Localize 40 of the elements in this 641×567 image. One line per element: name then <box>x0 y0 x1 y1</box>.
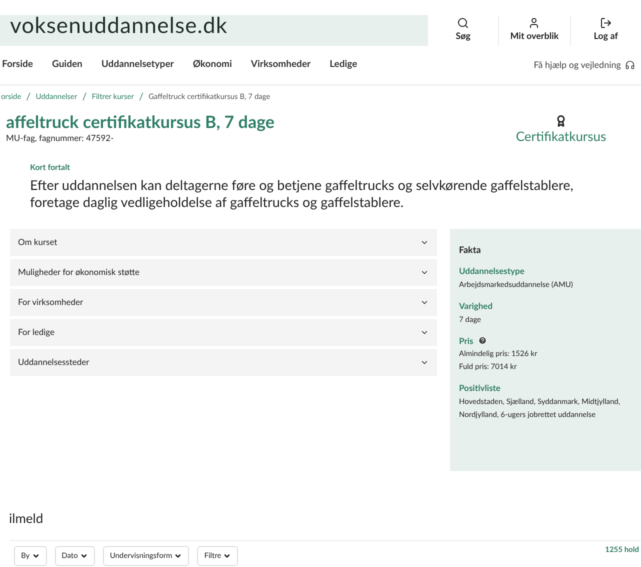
breadcrumb-separator: / <box>138 90 144 104</box>
chevron-icon <box>32 552 40 560</box>
header-action[interactable]: Mit overblik <box>498 15 570 46</box>
accordion-header[interactable]: Om kurset <box>10 228 437 256</box>
breadcrumb-separator: / <box>82 90 87 104</box>
accordion-header[interactable]: Uddannelsessteder <box>10 348 437 376</box>
breadcrumb-separator: / <box>26 90 31 104</box>
summary-text: Efter uddannelsen kan deltagerne føre og betjene gaffeltrucks og selvkørende gaffelstablere, foretage daglig vedligeholdelse af gaffeltrucks og gaffelstablere. <box>30 176 574 210</box>
signup-heading: ilmeld <box>9 508 44 526</box>
course-title: affeltruck certifikatkursus B, 7 dage <box>6 112 276 132</box>
facts-label: Varighed <box>459 300 493 312</box>
nav-link[interactable]: Ledige <box>330 58 358 72</box>
facts-label: Positivliste <box>459 382 500 395</box>
headset-icon <box>625 60 635 70</box>
nav-link[interactable]: Økonomi <box>192 58 232 72</box>
chevron-icon <box>223 552 232 560</box>
facts-label: Uddannelsestype <box>459 265 524 278</box>
course-type-label: Certifikatkursus <box>516 127 606 146</box>
facts-label: Pris <box>459 334 474 348</box>
chevron-icon <box>80 552 88 560</box>
help-link[interactable]: Få hjælp og vejledning <box>534 58 635 72</box>
help-icon[interactable] <box>478 336 488 346</box>
nav-link[interactable]: Uddannelsetyper <box>101 58 174 72</box>
nav-link[interactable]: Guiden <box>52 58 82 72</box>
accordion-header[interactable]: Muligheder for økonomisk støtte <box>10 258 437 286</box>
course-subtitle: MU-fag, fagnummer: 47592- <box>6 132 115 144</box>
nav-link[interactable]: Forside <box>2 58 33 72</box>
nav-link[interactable]: Virksomheder <box>250 58 311 72</box>
accordion-header[interactable]: For ledige <box>10 318 437 346</box>
logout-icon <box>600 16 612 28</box>
award-icon <box>555 115 567 127</box>
user-icon <box>528 16 540 28</box>
header-action[interactable]: Log af <box>570 15 641 46</box>
search-icon <box>457 16 470 28</box>
logo-text[interactable]: voksenuddannelse.dk <box>10 15 228 36</box>
summary-heading: Kort fortalt <box>30 160 72 172</box>
accordion-header[interactable]: For virksomheder <box>10 288 437 316</box>
chevron-icon <box>174 552 182 560</box>
facts-title: Fakta <box>459 242 482 256</box>
header-action[interactable]: Søg <box>427 15 498 46</box>
